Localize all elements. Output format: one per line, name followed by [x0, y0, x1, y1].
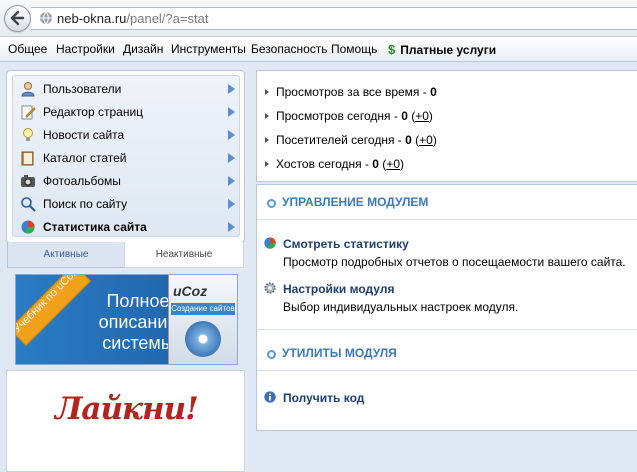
chevron-right-icon	[228, 199, 235, 209]
section-heading-text: УТИЛИТЫ МОДУЛЯ	[282, 346, 397, 360]
pie-chart-icon	[264, 237, 276, 249]
menu-help[interactable]: Помощь	[331, 42, 377, 56]
menu-settings[interactable]: Настройки	[56, 42, 115, 56]
divider	[257, 370, 637, 371]
menu-design[interactable]: Дизайн	[123, 42, 163, 56]
stat-delta-link[interactable]: +0	[415, 109, 429, 123]
bullet-icon	[265, 113, 269, 119]
url-path: /panel/?a=stat	[126, 11, 209, 26]
menu-security[interactable]: Безопасность	[251, 42, 328, 56]
sidebar-item-label: Статистика сайта	[43, 220, 147, 234]
module-settings-desc: Выбор индивидуальных настроек модуля.	[283, 300, 519, 314]
stat-label: Просмотров сегодня -	[276, 109, 402, 123]
user-icon	[21, 82, 35, 97]
sidebar-item-users[interactable]: Пользователи	[13, 78, 239, 100]
like-widget[interactable]: Лайкни!	[6, 370, 245, 472]
info-icon	[264, 391, 276, 403]
address-bar[interactable]: neb-okna.ru/panel/?a=stat	[31, 7, 637, 30]
section-ring-icon	[267, 350, 276, 359]
chevron-right-icon	[228, 176, 235, 186]
module-settings-link[interactable]: Настройки модуля	[283, 282, 394, 296]
stat-total-views: Просмотров за все время - 0	[265, 85, 437, 99]
sidebar-item-site-statistics[interactable]: Статистика сайта	[13, 216, 239, 238]
stat-hosts-today: Хостов сегодня - 0 (+0)	[265, 157, 404, 171]
url-host: neb-okna.ru	[57, 11, 127, 26]
url-text: neb-okna.ru/panel/?a=stat	[57, 11, 208, 26]
get-code-link[interactable]: Получить код	[283, 391, 364, 405]
section-ring-icon	[267, 199, 276, 208]
pie-chart-icon	[21, 220, 35, 234]
arrow-left-icon	[10, 10, 25, 26]
paid-services-label: Платные услуги	[400, 43, 497, 57]
chevron-right-icon	[228, 107, 235, 117]
stat-delta-link[interactable]: +0	[386, 157, 400, 171]
stats-summary: Просмотров за все время - 0 Просмотров с…	[256, 70, 637, 182]
pencil-icon	[21, 105, 36, 120]
stat-value: 0	[405, 133, 412, 147]
stat-value: 0	[401, 109, 408, 123]
lightbulb-icon	[23, 128, 33, 141]
book-icon	[21, 151, 34, 166]
sidebar-item-label: Пользователи	[43, 82, 122, 96]
gear-icon	[264, 282, 276, 294]
divider	[257, 219, 637, 220]
chevron-right-icon	[228, 84, 235, 94]
sidebar-menu: Пользователи Редактор страниц Новости са…	[12, 75, 240, 237]
sidebar-item-label: Фотоальбомы	[43, 174, 121, 188]
banner-ribbon: Учебник по uCoz	[16, 275, 92, 347]
view-statistics-desc: Просмотр подробных отчетов о посещаемост…	[283, 255, 626, 269]
stat-label: Просмотров за все время -	[276, 85, 431, 99]
section-heading-utils: УТИЛИТЫ МОДУЛЯ	[267, 346, 397, 360]
view-statistics-link[interactable]: Смотреть статистику	[283, 237, 409, 251]
stat-value: 0	[372, 157, 379, 171]
sidebar-item-label: Поиск по сайту	[43, 197, 128, 211]
camera-icon	[21, 175, 35, 187]
stat-visitors-today: Посетителей сегодня - 0 (+0)	[265, 133, 437, 147]
sidebar-item-site-search[interactable]: Поиск по сайту	[13, 193, 239, 215]
book-title: uCoz	[173, 283, 208, 299]
sidebar-item-label: Редактор страниц	[43, 105, 144, 119]
like-text: Лайкни!	[55, 391, 199, 427]
stat-views-today: Просмотров сегодня - 0 (+0)	[265, 109, 433, 123]
section-heading-text: УПРАВЛЕНИЕ МОДУЛЕМ	[282, 195, 429, 209]
stat-delta-link[interactable]: +0	[419, 133, 433, 147]
menu-paid-services[interactable]: $ Платные услуги	[388, 42, 496, 57]
book-cover: uCoz Создание сайтов	[168, 275, 237, 364]
stat-label: Хостов сегодня -	[276, 157, 373, 171]
bullet-icon	[265, 89, 269, 95]
tab-inactive-modules[interactable]: Неактивные	[124, 242, 244, 268]
sidebar-item-page-editor[interactable]: Редактор страниц	[13, 101, 239, 123]
tab-active-modules[interactable]: Активные	[7, 242, 125, 268]
globe-icon	[40, 11, 52, 25]
module-panel: УПРАВЛЕНИЕ МОДУЛЕМ Смотреть статистику П…	[256, 184, 637, 431]
section-heading-manage: УПРАВЛЕНИЕ МОДУЛЕМ	[267, 195, 428, 209]
dollar-icon: $	[388, 42, 396, 57]
divider	[257, 329, 637, 330]
sidebar-item-label: Новости сайта	[43, 128, 125, 142]
browser-toolbar: neb-okna.ru/panel/?a=stat	[0, 0, 637, 37]
sidebar-item-photo-albums[interactable]: Фотоальбомы	[13, 170, 239, 192]
sidebar-item-news[interactable]: Новости сайта	[13, 124, 239, 146]
stat-label: Посетителей сегодня -	[276, 133, 406, 147]
magnifier-icon	[21, 197, 36, 212]
stat-value: 0	[430, 85, 437, 99]
main-menu: Общее Настройки Дизайн Инструменты Безоп…	[0, 37, 637, 62]
sidebar-panel: Пользователи Редактор страниц Новости са…	[6, 70, 245, 243]
bullet-icon	[265, 137, 269, 143]
ucoz-tutorial-banner[interactable]: Учебник по uCoz Полное описание системы …	[15, 274, 238, 365]
menu-general[interactable]: Общее	[8, 42, 47, 56]
bullet-icon	[265, 161, 269, 167]
chevron-right-icon	[228, 222, 235, 232]
disc-icon	[185, 321, 221, 357]
menu-tools[interactable]: Инструменты	[171, 42, 246, 56]
chevron-right-icon	[228, 130, 235, 140]
sidebar-item-label: Каталог статей	[43, 151, 127, 165]
sidebar-item-articles[interactable]: Каталог статей	[13, 147, 239, 169]
back-button[interactable]	[4, 5, 31, 32]
book-subtitle: Создание сайтов	[171, 303, 235, 315]
chevron-right-icon	[228, 153, 235, 163]
